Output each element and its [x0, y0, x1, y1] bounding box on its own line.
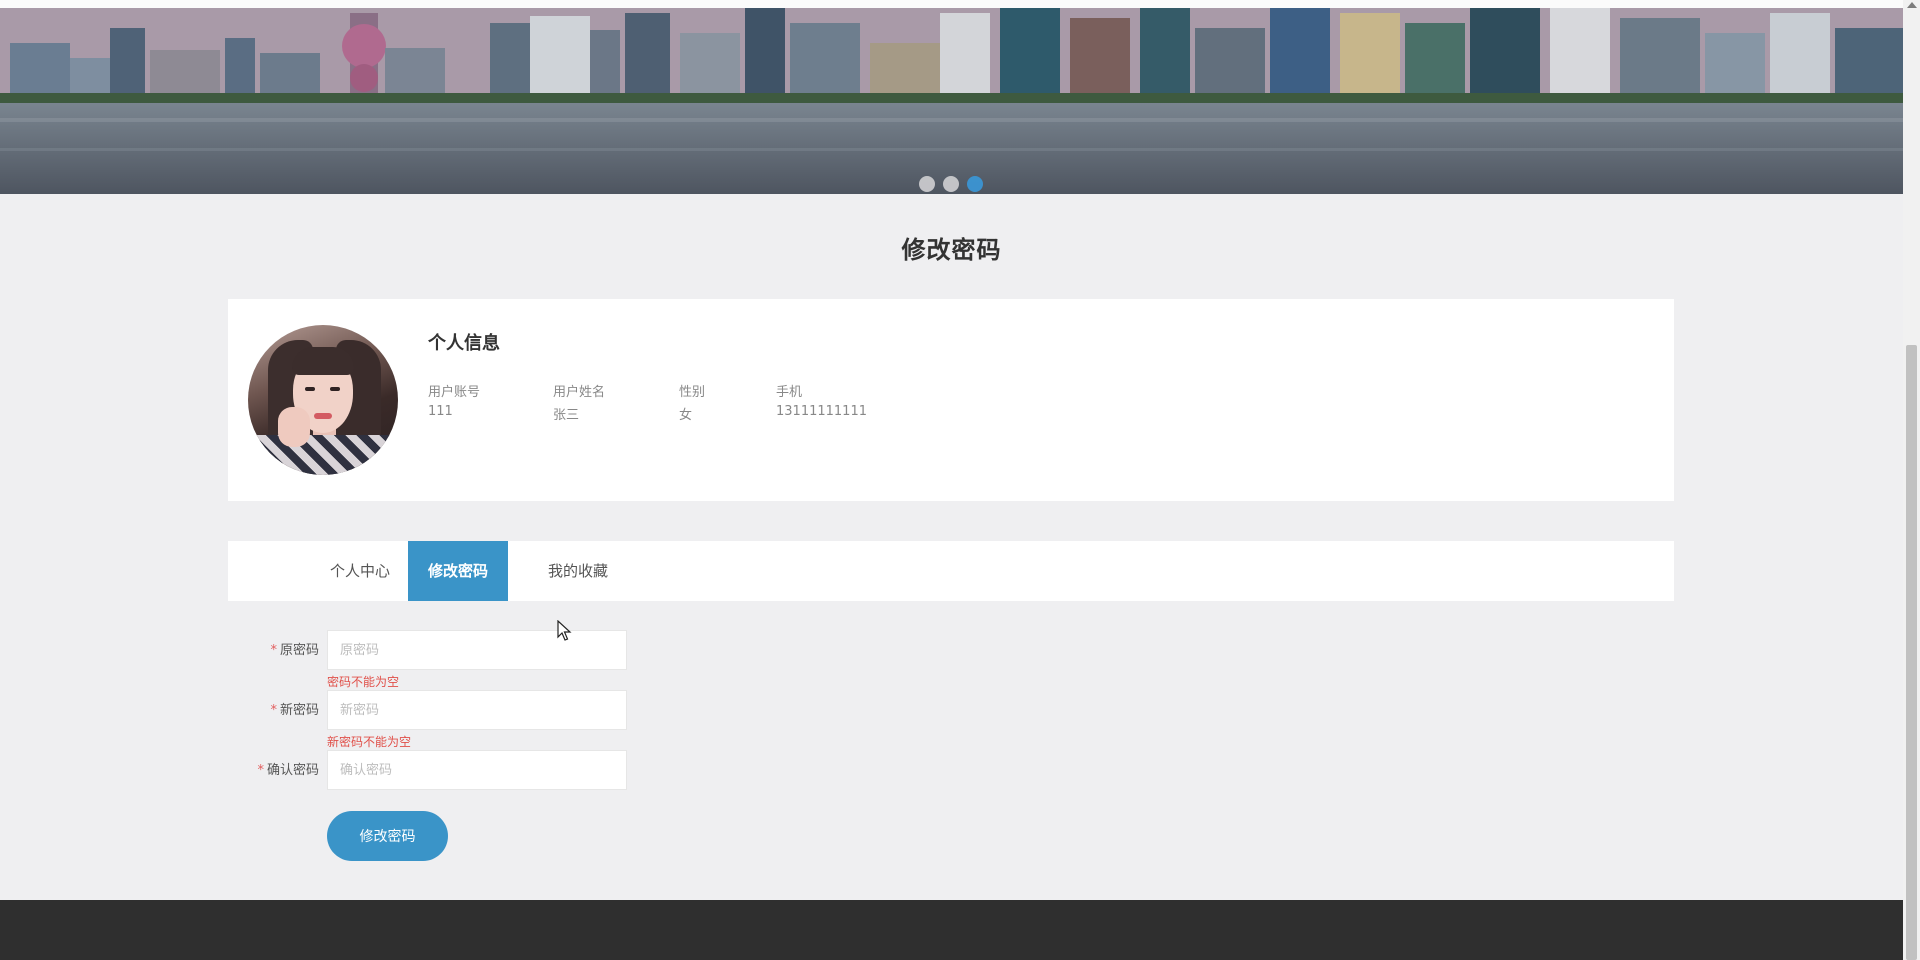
field-value: 张三	[553, 408, 580, 423]
field-label: 手机	[776, 385, 803, 400]
old-password-input[interactable]	[327, 630, 627, 670]
banner-carousel[interactable]	[0, 8, 1903, 194]
profile-field-name: 用户姓名 张三	[553, 381, 605, 423]
scrollbar-thumb[interactable]	[1906, 345, 1917, 960]
old-password-label-text: 原密码	[279, 643, 319, 658]
required-mark: *	[270, 643, 277, 658]
tab-personal-center[interactable]: 个人中心	[310, 541, 410, 601]
profile-heading: 个人信息	[428, 333, 500, 354]
carousel-dot-3[interactable]	[967, 176, 983, 192]
confirm-password-label-text: 确认密码	[266, 763, 319, 778]
tabs-bar: 个人中心 修改密码 我的收藏	[228, 541, 1674, 601]
profile-field-gender: 性别 女	[679, 381, 705, 423]
scroll-up-arrow-icon[interactable]	[1907, 2, 1917, 8]
tab-my-favorites[interactable]: 我的收藏	[528, 541, 628, 601]
profile-field-phone: 手机 13111111111	[776, 381, 867, 419]
profile-field-account: 用户账号 111	[428, 381, 480, 419]
profile-card: 个人信息 用户账号 111 用户姓名 张三 性别 女 手机 1311111111…	[228, 299, 1674, 501]
tab-change-password[interactable]: 修改密码	[408, 541, 508, 601]
change-password-button[interactable]: 修改密码	[327, 811, 448, 861]
required-mark: *	[270, 703, 277, 718]
old-password-label: * 原密码	[228, 630, 319, 672]
new-password-input[interactable]	[327, 690, 627, 730]
mouse-pointer-icon	[557, 620, 572, 641]
field-label: 用户账号	[428, 385, 481, 400]
top-strip	[0, 0, 1903, 8]
field-label: 用户姓名	[553, 385, 606, 400]
field-value: 13111111111	[776, 404, 867, 419]
field-value: 女	[679, 408, 693, 423]
carousel-indicators	[919, 176, 983, 192]
new-password-label-text: 新密码	[279, 703, 319, 718]
old-password-error: 密码不能为空	[327, 675, 400, 689]
avatar	[248, 325, 398, 475]
required-mark: *	[257, 763, 264, 778]
carousel-dot-1[interactable]	[919, 176, 935, 192]
new-password-label: * 新密码	[228, 690, 319, 732]
city-skyline-image	[0, 8, 1903, 194]
page-title: 修改密码	[901, 236, 1002, 264]
new-password-error: 新密码不能为空	[327, 735, 412, 749]
field-label: 性别	[679, 385, 706, 400]
carousel-dot-2[interactable]	[943, 176, 959, 192]
confirm-password-input[interactable]	[327, 750, 627, 790]
field-value: 111	[428, 404, 453, 419]
confirm-password-label: * 确认密码	[228, 750, 319, 792]
footer	[0, 900, 1903, 960]
